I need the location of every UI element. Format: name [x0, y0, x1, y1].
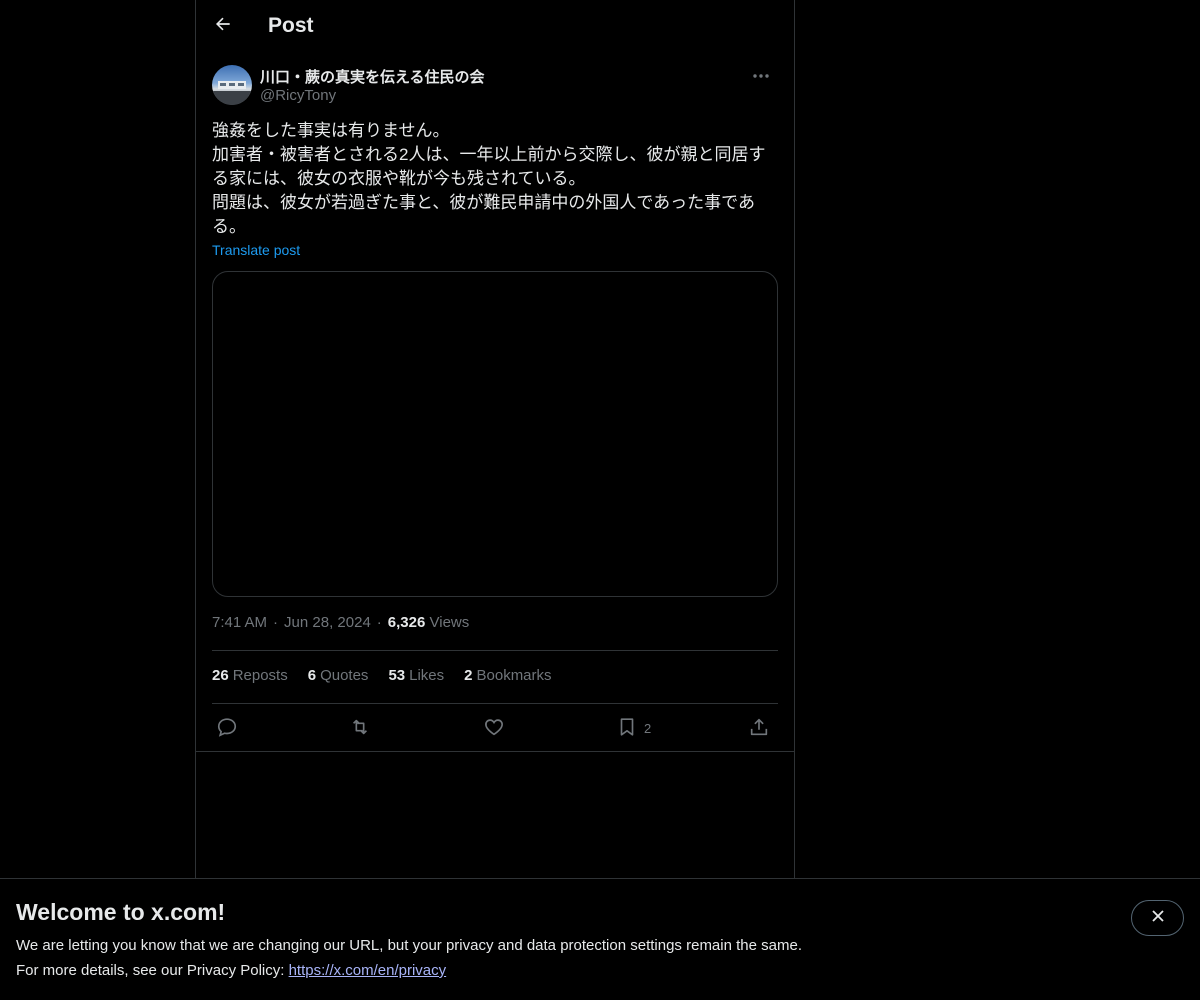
share-button[interactable] [748, 714, 770, 742]
more-options-button[interactable] [744, 64, 778, 86]
author-name[interactable]: 川口・蕨の真実を伝える住民の会 [260, 66, 485, 87]
banner-message: We are letting you know that we are chan… [16, 937, 802, 954]
close-icon [1150, 908, 1166, 929]
repost-icon [349, 716, 371, 741]
more-icon [752, 66, 770, 84]
translate-post-link[interactable]: Translate post [212, 242, 300, 258]
like-button[interactable] [483, 714, 505, 742]
arrow-left-icon [213, 14, 233, 39]
back-button[interactable] [206, 9, 240, 43]
page-header: Post [196, 0, 794, 53]
post-actions: 2 [212, 714, 778, 742]
post-stats: 26 Reposts 6 Quotes 53 Likes 2 Bookmarks [212, 667, 552, 684]
url-change-banner: Welcome to x.com! We are letting you kno… [0, 878, 1200, 1000]
views-count: 6,326 [387, 614, 426, 631]
post-meta: 7:41 AM · Jun 28, 2024 · 6,326 Views [212, 614, 469, 631]
divider [196, 751, 794, 752]
reply-icon [216, 716, 238, 741]
bookmarks-stat[interactable]: 2 Bookmarks [464, 667, 551, 684]
banner-privacy-prefix: For more details, see our Privacy Policy… [16, 962, 289, 979]
page-title: Post [268, 14, 314, 37]
like-icon [483, 716, 505, 741]
post-text: 強姦をした事実は有りません。 加害者・被害者とされる2人は、一年以上前から交際し… [212, 121, 766, 236]
likes-stat[interactable]: 53 Likes [388, 667, 444, 684]
bookmark-icon [616, 716, 638, 741]
meta-separator: · [376, 614, 382, 631]
divider [212, 650, 778, 651]
reposts-stat[interactable]: 26 Reposts [212, 667, 288, 684]
post-date[interactable]: Jun 28, 2024 [284, 614, 371, 631]
reply-button[interactable] [216, 714, 238, 742]
post-author: 川口・蕨の真実を伝える住民の会 @RicyTony [212, 64, 778, 108]
post-media[interactable] [212, 271, 778, 597]
share-icon [748, 716, 770, 741]
divider [212, 703, 778, 704]
privacy-policy-link[interactable]: https://x.com/en/privacy [289, 962, 447, 979]
banner-privacy-line: For more details, see our Privacy Policy… [16, 962, 446, 979]
repost-button[interactable] [349, 714, 371, 742]
avatar[interactable] [212, 65, 252, 105]
main-column: Post 川口・蕨の真実を伝える住民の会 @RicyTony 強姦をした事実は有… [195, 0, 795, 880]
views-label: Views [429, 614, 470, 631]
banner-title: Welcome to x.com! [16, 899, 226, 925]
author-handle[interactable]: @RicyTony [260, 87, 336, 104]
bookmark-count: 2 [644, 720, 652, 736]
close-banner-button[interactable] [1131, 900, 1184, 936]
post-time[interactable]: 7:41 AM [212, 614, 267, 631]
meta-separator: · [273, 614, 279, 631]
bookmark-button[interactable]: 2 [616, 714, 651, 742]
quotes-stat[interactable]: 6 Quotes [308, 667, 369, 684]
